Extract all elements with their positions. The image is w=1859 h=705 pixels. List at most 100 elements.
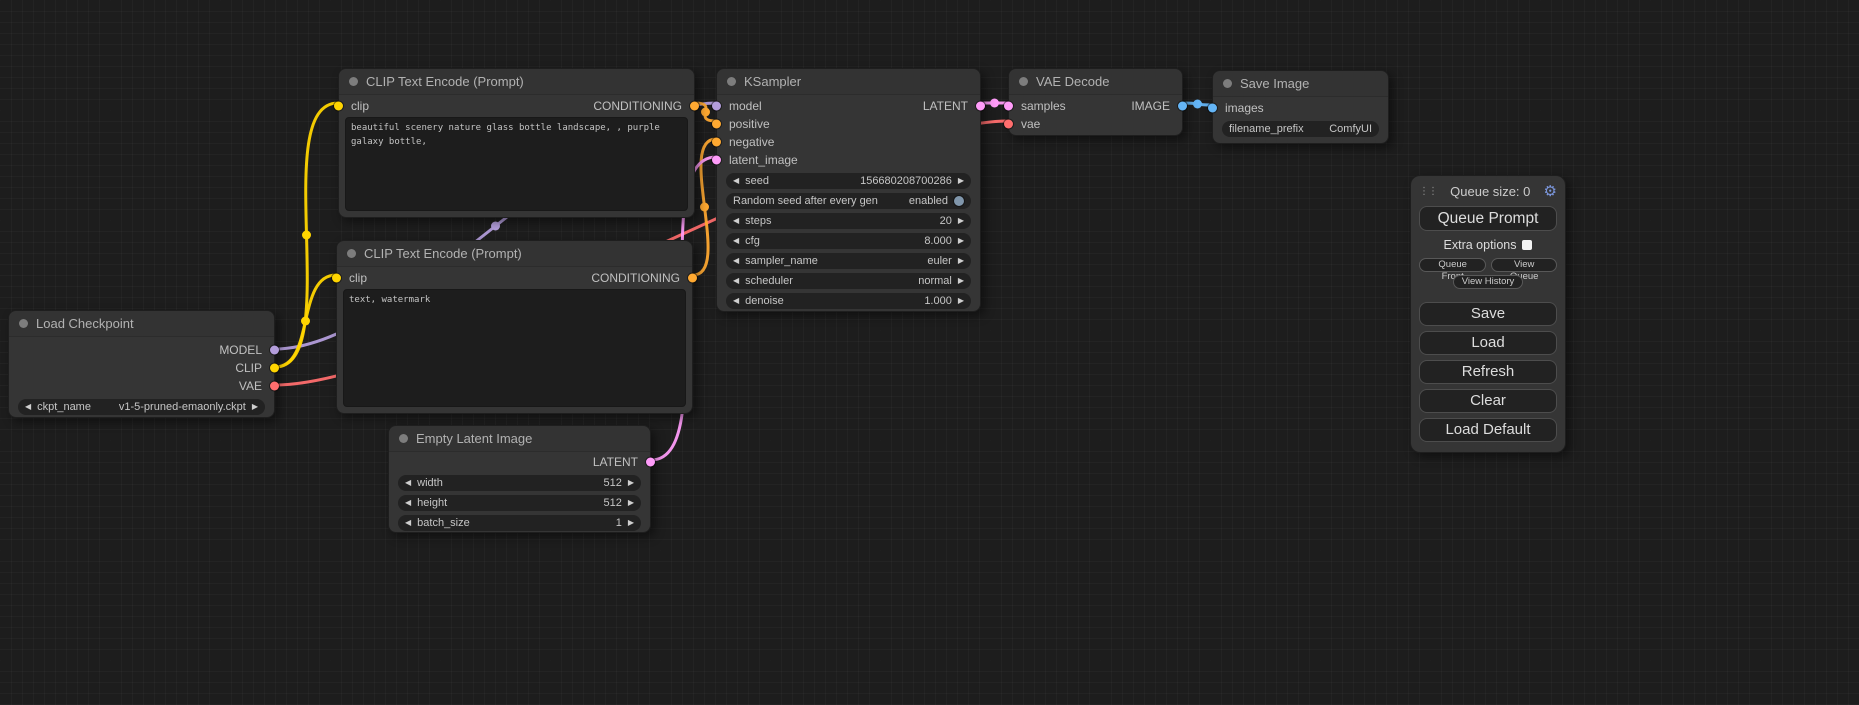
save-button[interactable]: Save [1419,302,1557,326]
widget-filename-prefix[interactable]: filename_prefix ComfyUI [1222,121,1379,137]
widget-width[interactable]: ◀ width 512 ▶ [398,475,641,491]
widget-height[interactable]: ◀ height 512 ▶ [398,495,641,511]
widget-steps[interactable]: ◀ steps 20 ▶ [726,213,971,229]
increment-arrow-icon[interactable]: ▶ [958,277,964,285]
widget-ckpt-name[interactable]: ◀ ckpt_name v1-5-pruned-emaonly.ckpt ▶ [18,399,265,415]
input-dot-samples[interactable] [1004,102,1013,111]
link-midpoint-dot [990,99,999,108]
prompt-textarea[interactable]: text, watermark [343,289,686,407]
node-empty-latent-image[interactable]: Empty Latent Image LATENT ◀ width 512 ▶ … [388,425,651,533]
node-clip-text-encode-negative[interactable]: CLIP Text Encode (Prompt) clip CONDITION… [336,240,693,414]
node-graph-canvas[interactable]: Load Checkpoint MODEL CLIP VAE ◀ ckpt_na… [0,0,1859,705]
output-dot-conditioning[interactable] [690,102,699,111]
node-load-checkpoint[interactable]: Load Checkpoint MODEL CLIP VAE ◀ ckpt_na… [8,310,275,418]
output-dot-image[interactable] [1178,102,1187,111]
decrement-arrow-icon[interactable]: ◀ [733,277,739,285]
slot-label: model [729,99,762,113]
input-dot-latent-image[interactable] [712,156,721,165]
increment-arrow-icon[interactable]: ▶ [958,297,964,305]
decrement-arrow-icon[interactable]: ◀ [405,499,411,507]
node-title-bar[interactable]: KSampler [717,69,980,95]
input-dot-model[interactable] [712,102,721,111]
refresh-button[interactable]: Refresh [1419,360,1557,384]
widget-cfg[interactable]: ◀ cfg 8.000 ▶ [726,233,971,249]
settings-gear-icon[interactable]: ⚙ [1544,184,1557,199]
input-dot-vae[interactable] [1004,120,1013,129]
increment-arrow-icon[interactable]: ▶ [252,403,258,411]
node-clip-text-encode-positive[interactable]: CLIP Text Encode (Prompt) clip CONDITION… [338,68,695,218]
node-title-bar[interactable]: CLIP Text Encode (Prompt) [337,241,692,267]
slot-label: latent_image [729,153,798,167]
widget-scheduler[interactable]: ◀ scheduler normal ▶ [726,273,971,289]
collapse-dot[interactable] [1223,79,1232,88]
node-title-bar[interactable]: Load Checkpoint [9,311,274,337]
widget-label: ckpt_name [37,401,91,413]
collapse-dot[interactable] [19,319,28,328]
node-vae-decode[interactable]: VAE Decode samples IMAGE vae [1008,68,1183,136]
input-dot-negative[interactable] [712,138,721,147]
widget-batch-size[interactable]: ◀ batch_size 1 ▶ [398,515,641,531]
load-default-button[interactable]: Load Default [1419,418,1557,442]
collapse-dot[interactable] [349,77,358,86]
drag-handle-icon[interactable]: ⋮⋮ [1419,186,1437,197]
slot-label: CONDITIONING [591,271,680,285]
slot-label: CONDITIONING [593,99,682,113]
node-ksampler[interactable]: KSampler model LATENT positive negative … [716,68,981,312]
queue-size-label: Queue size: 0 [1437,184,1544,199]
collapse-dot[interactable] [399,434,408,443]
node-title-bar[interactable]: Save Image [1213,71,1388,97]
increment-arrow-icon[interactable]: ▶ [628,479,634,487]
widget-label: cfg [745,235,760,247]
extra-options-checkbox[interactable] [1522,240,1532,250]
toggle-indicator-dot[interactable] [954,196,964,206]
node-title-bar[interactable]: Empty Latent Image [389,426,650,452]
collapse-dot[interactable] [727,77,736,86]
slot-label: vae [1021,117,1040,131]
increment-arrow-icon[interactable]: ▶ [958,217,964,225]
decrement-arrow-icon[interactable]: ◀ [733,237,739,245]
decrement-arrow-icon[interactable]: ◀ [405,519,411,527]
node-title-bar[interactable]: VAE Decode [1009,69,1182,95]
decrement-arrow-icon[interactable]: ◀ [25,403,31,411]
node-save-image[interactable]: Save Image images filename_prefix ComfyU… [1212,70,1389,144]
prompt-textarea[interactable]: beautiful scenery nature glass bottle la… [345,117,688,211]
decrement-arrow-icon[interactable]: ◀ [733,177,739,185]
queue-prompt-button[interactable]: Queue Prompt [1419,206,1557,231]
widget-value: normal [918,275,952,287]
decrement-arrow-icon[interactable]: ◀ [405,479,411,487]
output-dot-clip[interactable] [270,364,279,373]
widget-label: steps [745,215,771,227]
input-dot-images[interactable] [1208,104,1217,113]
input-dot-positive[interactable] [712,120,721,129]
increment-arrow-icon[interactable]: ▶ [958,257,964,265]
increment-arrow-icon[interactable]: ▶ [958,177,964,185]
input-dot-clip[interactable] [332,274,341,283]
input-slot-latent-image: latent_image [717,151,980,169]
increment-arrow-icon[interactable]: ▶ [628,499,634,507]
input-dot-clip[interactable] [334,102,343,111]
view-history-button[interactable]: View History [1453,275,1524,289]
decrement-arrow-icon[interactable]: ◀ [733,257,739,265]
queue-front-button[interactable]: Queue Front [1419,258,1486,272]
output-dot-latent[interactable] [976,102,985,111]
output-dot-model[interactable] [270,346,279,355]
decrement-arrow-icon[interactable]: ◀ [733,217,739,225]
clear-button[interactable]: Clear [1419,389,1557,413]
increment-arrow-icon[interactable]: ▶ [628,519,634,527]
widget-denoise[interactable]: ◀ denoise 1.000 ▶ [726,293,971,309]
output-slot-model: MODEL [9,341,274,359]
widget-seed[interactable]: ◀ seed 156680208700286 ▶ [726,173,971,189]
view-queue-button[interactable]: View Queue [1491,258,1557,272]
widget-random-seed-toggle[interactable]: Random seed after every gen enabled [726,193,971,209]
collapse-dot[interactable] [1019,77,1028,86]
output-dot-conditioning[interactable] [688,274,697,283]
load-button[interactable]: Load [1419,331,1557,355]
output-dot-latent[interactable] [646,458,655,467]
widget-sampler-name[interactable]: ◀ sampler_name euler ▶ [726,253,971,269]
link-midpoint-dot [491,222,500,231]
increment-arrow-icon[interactable]: ▶ [958,237,964,245]
collapse-dot[interactable] [347,249,356,258]
output-dot-vae[interactable] [270,382,279,391]
decrement-arrow-icon[interactable]: ◀ [733,297,739,305]
node-title-bar[interactable]: CLIP Text Encode (Prompt) [339,69,694,95]
